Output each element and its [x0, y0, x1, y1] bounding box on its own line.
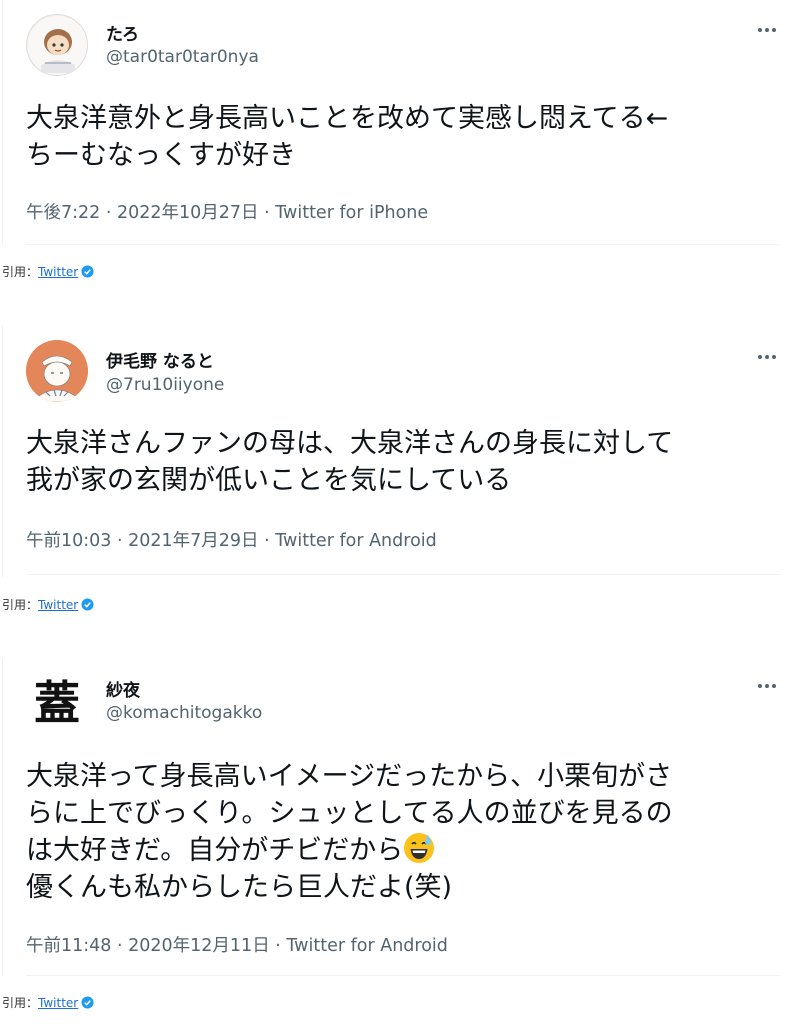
avatar[interactable]: [26, 340, 88, 402]
quote-label: 引用：: [2, 265, 39, 279]
quote-label: 引用：: [2, 598, 39, 612]
verified-badge-icon: [81, 598, 94, 611]
more-options-icon[interactable]: [752, 676, 782, 696]
tweet-text-line: は大好きだ。自分がチビだから: [26, 832, 786, 869]
more-options-icon[interactable]: [752, 20, 782, 40]
avatar[interactable]: [26, 14, 88, 76]
display-name[interactable]: 伊毛野 なると: [106, 347, 214, 372]
tweet-text-line: らに上でびっくり。シュッとしてる人の並びを見るの: [26, 798, 673, 829]
tweet-card[interactable]: 蓋 紗夜 @komachitogakko 大泉洋って身長高いイメージだったから、…: [0, 658, 797, 976]
divider: [26, 244, 780, 245]
grinning-sweat-emoji-icon: [404, 833, 435, 863]
tweet-text-line: 大泉洋って身長高いイメージだったから、小栗旬がさ: [26, 761, 673, 792]
quote-link[interactable]: Twitter: [38, 996, 78, 1010]
quote-source: 引用： Twitter: [2, 263, 94, 280]
more-options-icon[interactable]: [752, 347, 782, 367]
tweet-card[interactable]: 伊毛野 なると @7ru10iiyone 大泉洋さんファンの母は、大泉洋さんの身…: [0, 325, 797, 577]
quote-link[interactable]: Twitter: [38, 598, 78, 612]
quote-source: 引用： Twitter: [2, 994, 94, 1011]
tweet-card[interactable]: たろ @tar0tar0tar0nya 大泉洋意外と身長高いことを改めて実感し悶…: [0, 0, 797, 245]
avatar-image: [28, 16, 87, 75]
tweet-text: 大泉洋って身長高いイメージだったから、小栗旬がさ らに上でびっくり。シュッとして…: [26, 758, 786, 906]
avatar-glyph: 蓋: [34, 676, 80, 730]
tweet-text-line: 大泉洋さんファンの母は、大泉洋さんの身長に対して: [26, 428, 674, 459]
divider: [26, 574, 780, 575]
avatar-image: [26, 340, 88, 402]
avatar[interactable]: 蓋: [26, 672, 88, 734]
tweet-text: 大泉洋意外と身長高いことを改めて実感し悶えてる← ちーむなっくすが好き: [26, 100, 786, 174]
card-border: [2, 325, 3, 577]
tweet-meta[interactable]: 午前10:03 · 2021年7月29日 · Twitter for Andro…: [26, 527, 437, 552]
tweet-text: 大泉洋さんファンの母は、大泉洋さんの身長に対して 我が家の玄関が低いことを気にし…: [26, 425, 786, 499]
tweet-text-line: 我が家の玄関が低いことを気にしている: [26, 465, 512, 496]
divider: [26, 975, 780, 976]
quote-label: 引用：: [2, 996, 39, 1010]
user-handle[interactable]: @tar0tar0tar0nya: [106, 47, 259, 67]
user-handle[interactable]: @7ru10iiyone: [106, 375, 224, 395]
tweet-text-line: 優くんも私からしたら巨人だよ(笑): [26, 872, 453, 903]
display-name[interactable]: たろ: [106, 20, 139, 45]
tweet-text-line: ちーむなっくすが好き: [26, 140, 296, 171]
user-handle[interactable]: @komachitogakko: [106, 703, 262, 723]
verified-badge-icon: [81, 265, 94, 278]
tweet-meta[interactable]: 午前11:48 · 2020年12月11日 · Twitter for Andr…: [26, 932, 448, 957]
quote-source: 引用： Twitter: [2, 596, 94, 613]
card-border: [2, 0, 3, 245]
tweet-text-fragment: は大好きだ。自分がチビだから: [26, 835, 404, 866]
card-border: [2, 658, 3, 976]
tweet-meta[interactable]: 午後7:22 · 2022年10月27日 · Twitter for iPhon…: [26, 199, 428, 224]
quote-link[interactable]: Twitter: [38, 265, 78, 279]
tweet-text-line: 大泉洋意外と身長高いことを改めて実感し悶えてる←: [26, 103, 669, 134]
verified-badge-icon: [81, 996, 94, 1009]
display-name[interactable]: 紗夜: [106, 676, 140, 701]
